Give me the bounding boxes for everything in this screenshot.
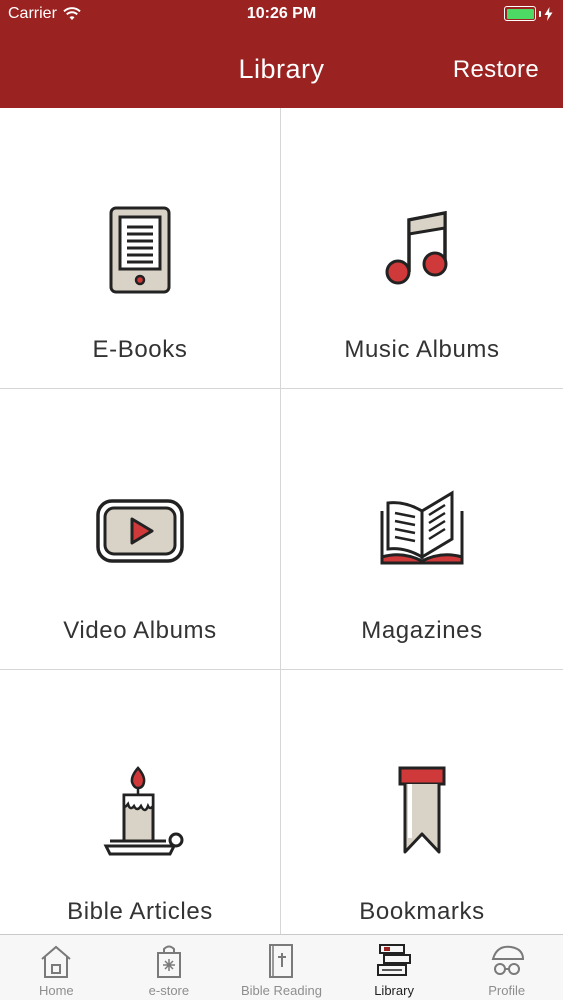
ebooks-tile[interactable]: E-Books bbox=[0, 108, 281, 389]
library-grid: E-Books Music Albums Video Albums Magazi… bbox=[0, 108, 563, 951]
status-time: 10:26 PM bbox=[246, 5, 317, 22]
ebook-reader-icon bbox=[109, 206, 171, 294]
tab-bible-reading[interactable]: Bible Reading bbox=[225, 935, 338, 1000]
profile-icon bbox=[491, 945, 524, 975]
shopping-bag-icon bbox=[156, 945, 181, 978]
bookmarks-label: Bookmarks bbox=[359, 898, 485, 925]
tab-profile[interactable]: Profile bbox=[450, 935, 563, 1000]
bible-articles-tile[interactable]: Bible Articles bbox=[0, 670, 281, 951]
home-icon bbox=[41, 945, 71, 978]
status-bar: Carrier 10:26 PM bbox=[0, 0, 563, 28]
video-play-icon bbox=[96, 499, 184, 563]
music-albums-label: Music Albums bbox=[344, 336, 500, 363]
tab-e-store-label: e-store bbox=[148, 983, 190, 998]
bookmark-ribbon-icon bbox=[398, 766, 446, 854]
open-book-icon bbox=[380, 490, 464, 565]
battery-icon bbox=[504, 6, 553, 21]
tab-profile-label: Profile bbox=[488, 983, 526, 998]
tab-bar: Home e-store Bible Reading Library Profi… bbox=[0, 934, 563, 1000]
app-header: Carrier 10:26 PM Library Restore bbox=[0, 0, 563, 108]
tab-library[interactable]: Library bbox=[338, 935, 451, 1000]
magazines-tile[interactable]: Magazines bbox=[281, 389, 563, 670]
ebooks-label: E-Books bbox=[92, 336, 188, 363]
candle-icon bbox=[103, 766, 184, 856]
tab-library-label: Library bbox=[374, 983, 414, 998]
charging-icon bbox=[544, 6, 553, 21]
video-albums-label: Video Albums bbox=[63, 617, 217, 644]
tab-home[interactable]: Home bbox=[0, 935, 113, 1000]
bible-articles-label: Bible Articles bbox=[67, 898, 213, 925]
tab-home-label: Home bbox=[38, 983, 74, 998]
tab-bible-reading-label: Bible Reading bbox=[241, 983, 322, 998]
music-note-icon bbox=[385, 210, 448, 285]
magazines-label: Magazines bbox=[361, 617, 483, 644]
bible-icon bbox=[269, 944, 294, 978]
bookmarks-tile[interactable]: Bookmarks bbox=[281, 670, 563, 951]
music-albums-tile[interactable]: Music Albums bbox=[281, 108, 563, 389]
video-albums-tile[interactable]: Video Albums bbox=[0, 389, 281, 670]
restore-button[interactable]: Restore bbox=[453, 56, 539, 84]
books-icon bbox=[377, 944, 412, 976]
tab-e-store[interactable]: e-store bbox=[113, 935, 226, 1000]
